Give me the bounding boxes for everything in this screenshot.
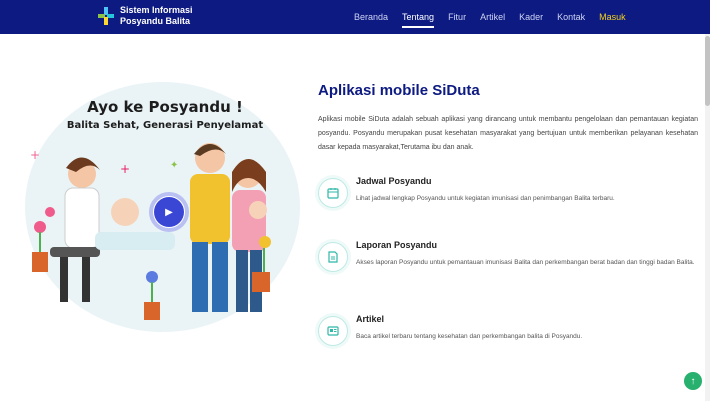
feature-desc: Akses laporan Posyandu untuk pemantauan …: [356, 259, 695, 266]
feature-title: Jadwal Posyandu: [356, 176, 432, 186]
about-description: Aplikasi mobile SiDuta adalah sebuah apl…: [318, 116, 698, 151]
play-icon: ▶: [154, 197, 184, 227]
newspaper-icon: [318, 316, 348, 346]
svg-text:+: +: [30, 148, 40, 162]
navbar: Sistem Informasi Posyandu Balita Beranda…: [0, 0, 710, 34]
feature-title: Laporan Posyandu: [356, 240, 438, 250]
video-play-button[interactable]: ▶: [149, 192, 189, 232]
nav-fitur[interactable]: Fitur: [448, 12, 466, 22]
document-icon: [318, 242, 348, 272]
hero-illustration: Ayo ke Posyandu ! Balita Sehat, Generasi…: [20, 82, 310, 332]
feature-desc: Lihat jadwal lengkap Posyandu untuk kegi…: [356, 195, 615, 202]
nav-kontak[interactable]: Kontak: [557, 12, 585, 22]
posyandu-logo-icon: [98, 7, 114, 25]
about-title: Aplikasi mobile SiDuta: [318, 82, 480, 99]
nav-masuk[interactable]: Masuk: [599, 12, 626, 22]
nav-kader[interactable]: Kader: [519, 12, 543, 22]
feature-title: Artikel: [356, 314, 385, 324]
nav-tentang[interactable]: Tentang: [402, 12, 435, 28]
scrollbar-thumb[interactable]: [705, 36, 710, 106]
brand-line1: Sistem Informasi: [120, 5, 193, 15]
brand-text: Sistem Informasi Posyandu Balita: [120, 5, 193, 27]
svg-text:✦: ✦: [170, 160, 178, 171]
nav-beranda[interactable]: Beranda: [354, 12, 388, 22]
about-section: Aplikasi mobile SiDuta Aplikasi mobile S…: [318, 82, 698, 346]
brand[interactable]: Sistem Informasi Posyandu Balita: [98, 5, 193, 27]
arrow-up-icon: ↑: [690, 375, 696, 387]
nav-menu: Beranda Tentang Fitur Artikel Kader Kont…: [354, 12, 626, 28]
brand-line2: Posyandu Balita: [120, 16, 191, 26]
back-to-top-button[interactable]: ↑: [684, 372, 702, 390]
nav-artikel[interactable]: Artikel: [480, 12, 505, 22]
calendar-icon: [318, 178, 348, 208]
svg-text:+: +: [120, 162, 130, 176]
feature-desc: Baca artikel terbaru tentang kesehatan d…: [356, 333, 583, 340]
